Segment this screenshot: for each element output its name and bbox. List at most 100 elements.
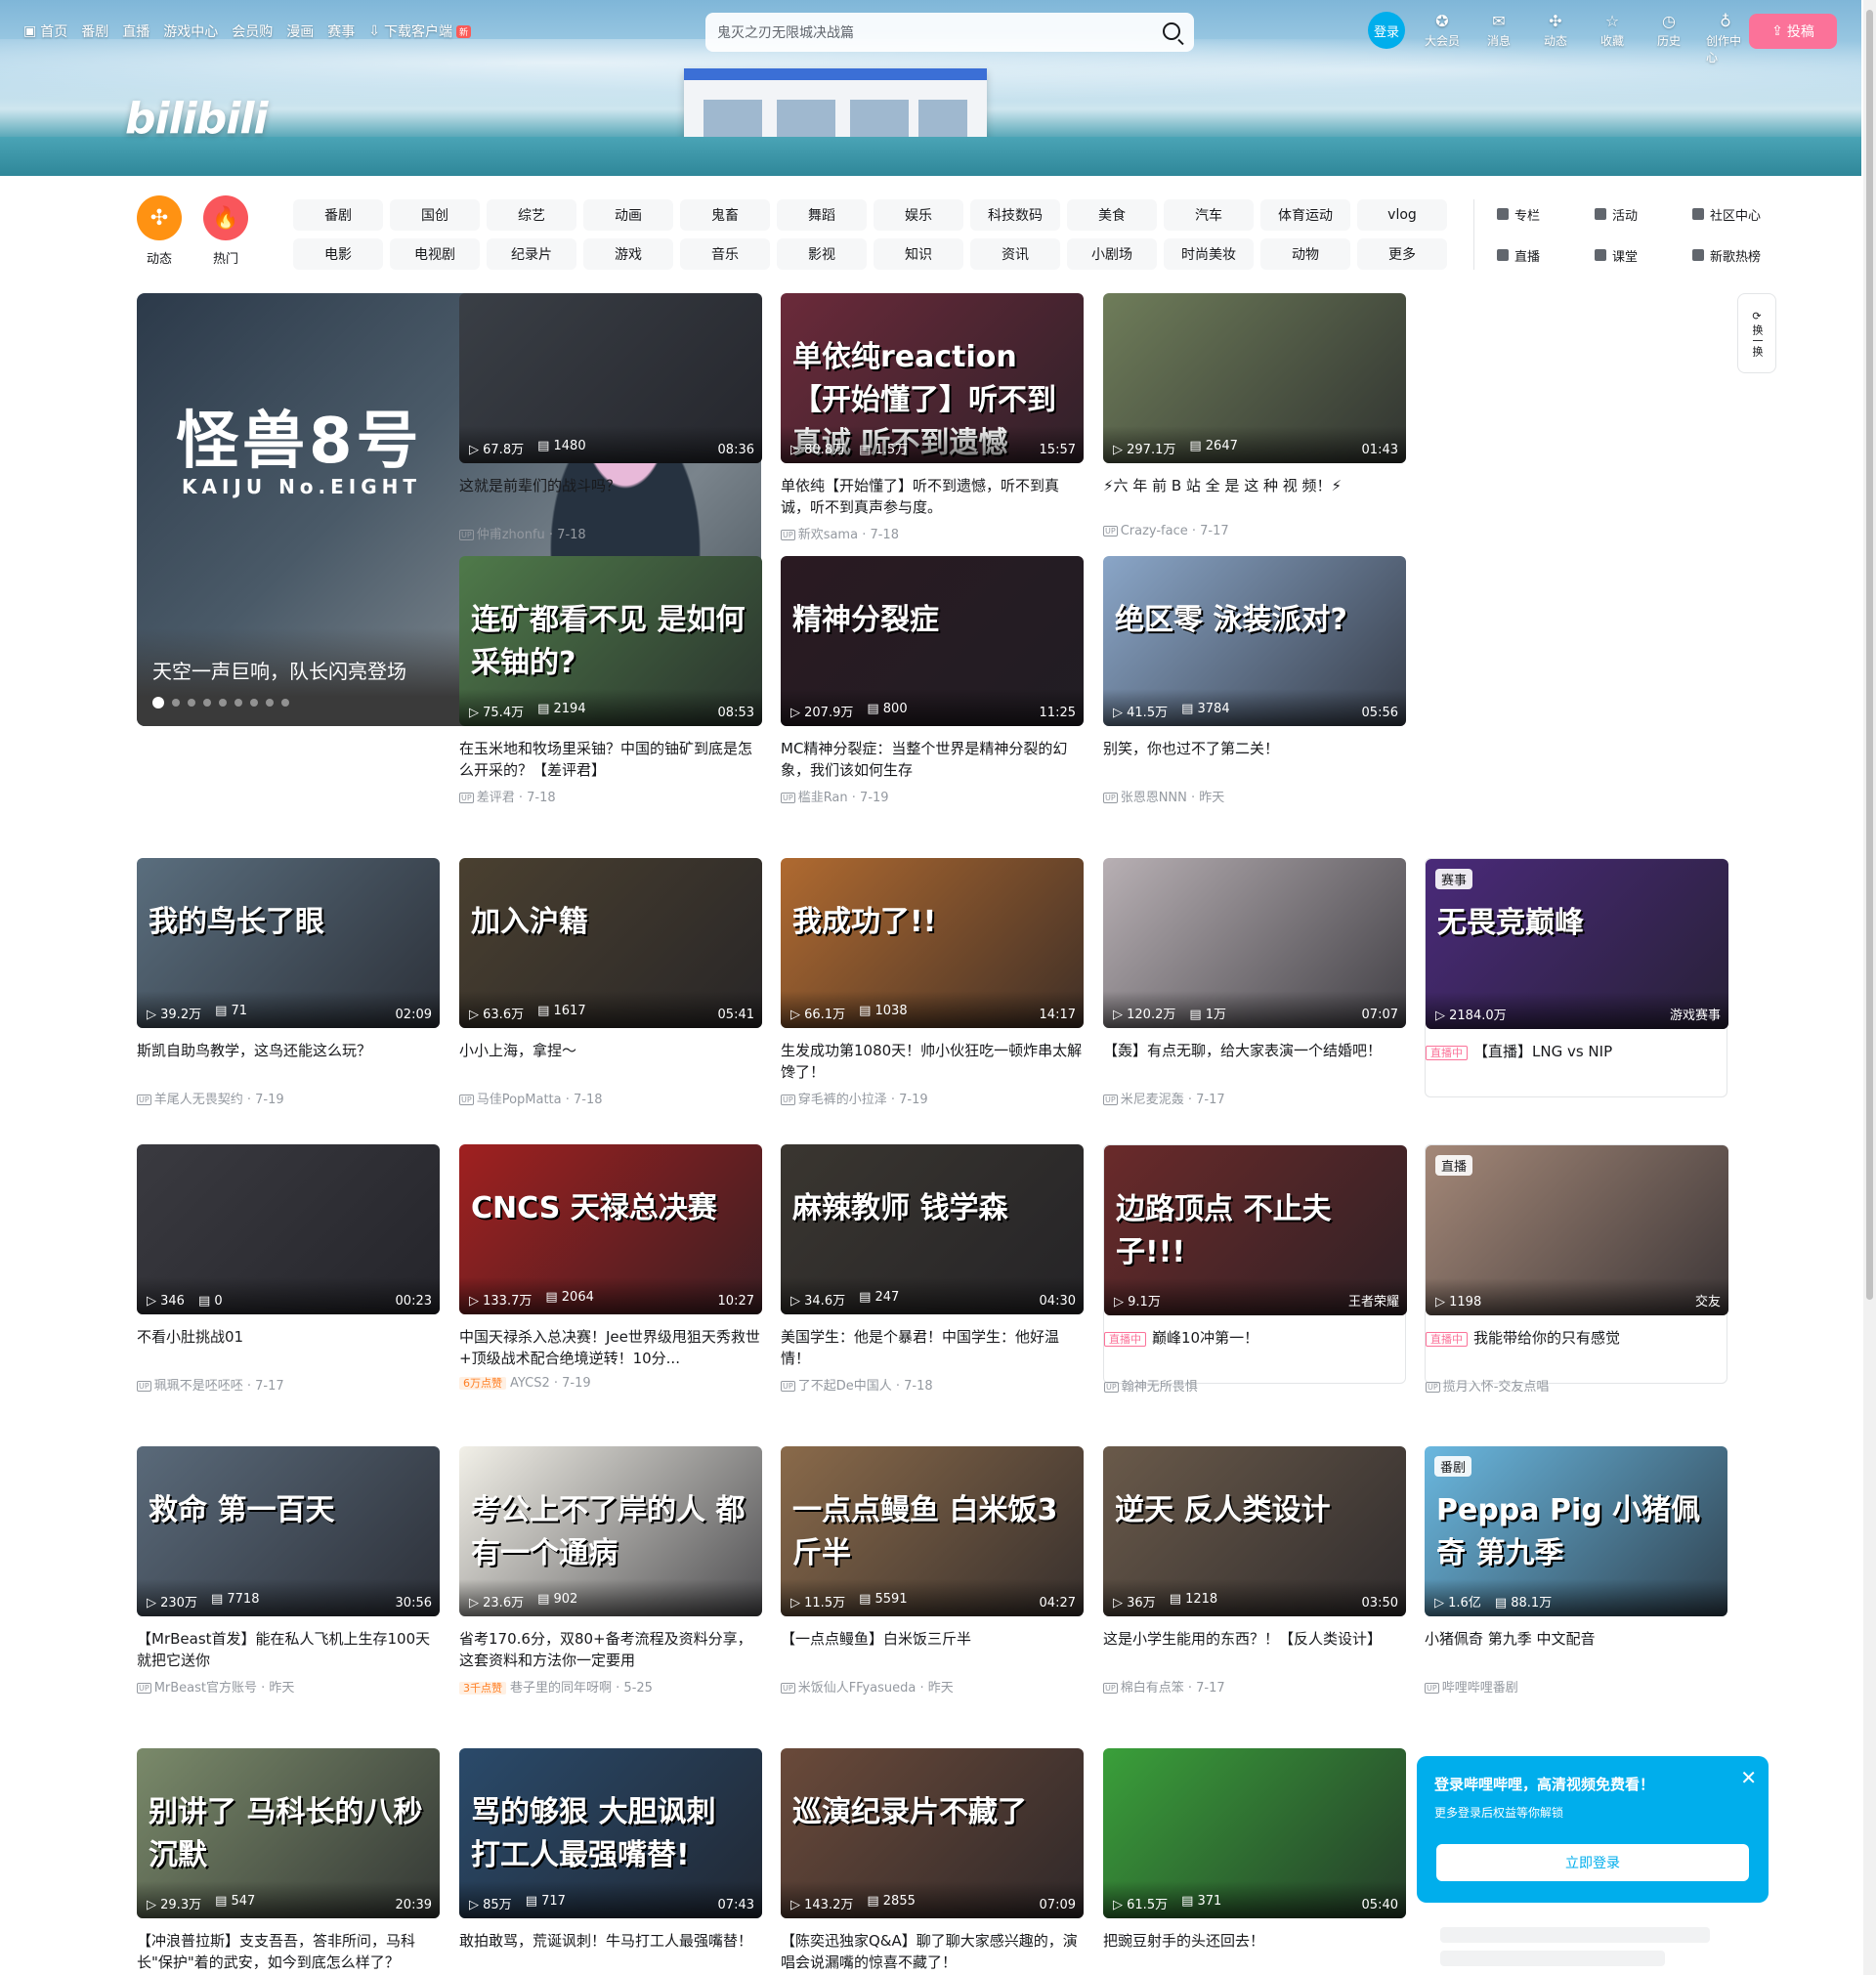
video-thumbnail[interactable]: 一点点鳗鱼 白米饭3斤半 ▷ 11.5万 ▤ 5591 04:27 <box>781 1446 1084 1616</box>
channel-extra-item[interactable]: 社区中心 <box>1692 199 1790 229</box>
nav-item[interactable]: 会员购 <box>232 21 273 41</box>
video-card[interactable]: 我的鸟长了眼 ▷ 39.2万 ▤ 71 02:09 斯凯自助鸟教学，这鸟还能这么玩？ UP… <box>137 858 440 1107</box>
video-author[interactable]: Crazy-face <box>1121 524 1188 538</box>
video-card[interactable]: 精神分裂症 ▷ 207.9万 ▤ 800 11:25 MC精神分裂症：当整个世界是精神分… <box>781 556 1084 805</box>
channel-item[interactable]: vlog <box>1357 199 1447 231</box>
video-thumbnail[interactable]: 考公上不了岸的人 都有一个通病 ▷ 23.6万 ▤ 902 <box>459 1446 762 1616</box>
video-title[interactable]: 【一点点鳗鱼】白米饭三斤半 <box>781 1628 1084 1671</box>
channel-item[interactable]: 番剧 <box>293 199 383 231</box>
channel-extra-item[interactable]: 专栏 <box>1497 199 1595 229</box>
video-card[interactable]: 巡演纪录片不藏了 ▷ 143.2万 ▤ 2855 07:09 【陈奕迅独家Q&A】聊了聊… <box>781 1748 1084 1973</box>
video-thumbnail[interactable]: 绝区零 泳装派对? ▷ 41.5万 ▤ 3784 05:56 <box>1103 556 1406 726</box>
video-title[interactable]: 生发成功第1080天！帅小伙狂吃一顿炸串太解馋了！ <box>781 1040 1084 1083</box>
video-author[interactable]: 仲甫zhonfu <box>477 528 545 542</box>
close-icon[interactable]: ✕ <box>1740 1766 1757 1789</box>
channel-item[interactable]: 影视 <box>777 238 867 270</box>
video-title[interactable]: 不看小肚挑战01 <box>137 1326 440 1369</box>
page-scrollbar[interactable] <box>1863 0 1876 1975</box>
video-card[interactable]: 连矿都看不见 是如何采铀的? ▷ 75.4万 ▤ 2194 08:53 在玉米地和牧场里… <box>459 556 762 805</box>
video-thumbnail[interactable]: 加入沪籍 ▷ 63.6万 ▤ 1617 05:41 <box>459 858 762 1028</box>
video-title[interactable]: 中国天禄杀入总决赛！Jee世界级甩狙天秀救世+顶级战术配合绝境逆转！10分... <box>459 1326 762 1369</box>
search-input[interactable]: 鬼灭之刃无限城决战篇 <box>717 22 854 42</box>
video-thumbnail[interactable]: 无畏竞巅峰 赛事 ▷ 2184.0万 游戏赛事 <box>1426 859 1728 1029</box>
video-author[interactable]: 珮珮不是呸呸呸 <box>154 1379 243 1394</box>
video-author[interactable]: 马佳PopMatta <box>477 1093 562 1107</box>
channel-item[interactable]: 电视剧 <box>390 238 480 270</box>
channel-item[interactable]: 电影 <box>293 238 383 270</box>
channel-item[interactable]: 纪录片 <box>487 238 576 270</box>
video-author[interactable]: 羊尾人无畏契约 <box>154 1093 243 1107</box>
video-thumbnail[interactable]: ▷ 120.2万 ▤ 1万 07:07 <box>1103 858 1406 1028</box>
channel-item[interactable]: 美食 <box>1067 199 1157 231</box>
nav-item[interactable]: 直播 <box>122 21 149 41</box>
nav-item[interactable]: 番剧 <box>81 21 108 41</box>
video-card[interactable]: Peppa Pig 小猪佩奇 第九季 番剧 ▷ 1.6亿 ▤ 88.1万 小猪佩奇 第九… <box>1425 1446 1727 1696</box>
channel-item[interactable]: 音乐 <box>680 238 770 270</box>
video-title[interactable]: 【冲浪普拉斯】支支吾吾，答非所问，马科长"保护"着的武安，如今到底怎么样了？ <box>137 1930 440 1973</box>
video-title[interactable]: 小小上海，拿捏～ <box>459 1040 762 1083</box>
video-card[interactable]: 骂的够狠 大胆讽刺 打工人最强嘴替! ▷ 85万 ▤ 717 07:43 敢拍敢骂，荒诞… <box>459 1748 762 1973</box>
channel-extra-item[interactable]: 活动 <box>1595 199 1692 229</box>
carousel-dot[interactable] <box>266 699 274 707</box>
nav-item[interactable]: ⇩ 下载客户端新 <box>368 21 471 41</box>
video-thumbnail[interactable]: 骂的够狠 大胆讽刺 打工人最强嘴替! ▷ 85万 ▤ 717 07:43 <box>459 1748 762 1918</box>
nav-star[interactable]: ☆ 收藏 <box>1593 12 1632 65</box>
popup-login-button[interactable]: 立即登录 <box>1436 1844 1749 1881</box>
upload-button[interactable]: ⇪ 投稿 <box>1749 14 1837 49</box>
video-card[interactable]: 无畏竞巅峰 赛事 ▷ 2184.0万 游戏赛事直播中 【直播】LNG vs NIP <box>1425 858 1728 1097</box>
video-thumbnail[interactable]: ▷ 67.8万 ▤ 1480 08:36 <box>459 293 762 463</box>
carousel-dot[interactable] <box>281 699 289 707</box>
carousel-dot[interactable] <box>234 699 242 707</box>
video-card[interactable]: 一点点鳗鱼 白米饭3斤半 ▷ 11.5万 ▤ 5591 04:27 【一点点鳗鱼】白米饭… <box>781 1446 1084 1696</box>
video-author[interactable]: 新欢sama <box>798 528 858 542</box>
video-title[interactable]: ⚡六 年 前 B 站 全 是 这 种 视 频！⚡ <box>1103 475 1406 518</box>
video-thumbnail[interactable]: 救命 第一百天 ▷ 230万 ▤ 7718 30:56 <box>137 1446 440 1616</box>
video-thumbnail[interactable]: ▷ 297.1万 ▤ 2647 01:43 <box>1103 293 1406 463</box>
video-card[interactable]: ▷ 61.5万 ▤ 371 05:40 把豌豆射手的头还回去！ <box>1103 1748 1406 1973</box>
nav-item[interactable]: ▣ 首页 <box>23 21 67 41</box>
video-author[interactable]: 棉白有点笨 <box>1121 1681 1184 1696</box>
video-thumbnail[interactable]: 逆天 反人类设计 ▷ 36万 ▤ 1218 03:50 <box>1103 1446 1406 1616</box>
video-thumbnail[interactable]: 巡演纪录片不藏了 ▷ 143.2万 ▤ 2855 07:09 <box>781 1748 1084 1918</box>
video-title[interactable]: 省考170.6分，双80+备考流程及资料分享，这套资料和方法你一定要用 <box>459 1628 762 1671</box>
channel-item[interactable]: 知识 <box>874 238 963 270</box>
video-thumbnail[interactable]: Peppa Pig 小猪佩奇 第九季 番剧 ▷ 1.6亿 ▤ 88.1万 <box>1425 1446 1727 1616</box>
video-card[interactable]: ▷ 120.2万 ▤ 1万 07:07 【轰】有点无聊，给大家表演一个结婚吧！ UP 米尼… <box>1103 858 1406 1107</box>
carousel-dot[interactable] <box>219 699 227 707</box>
refresh-button[interactable]: ⟳ 换一换 <box>1737 293 1776 373</box>
video-title[interactable]: 这是小学生能用的东西？！【反人类设计】 <box>1103 1628 1406 1671</box>
nav-item[interactable]: 赛事 <box>327 21 355 41</box>
nav-clock[interactable]: ◷ 历史 <box>1649 12 1688 65</box>
video-title[interactable]: 敢拍敢骂，荒诞讽刺！牛马打工人最强嘴替！ <box>459 1930 762 1973</box>
video-thumbnail[interactable]: 精神分裂症 ▷ 207.9万 ▤ 800 11:25 <box>781 556 1084 726</box>
login-button[interactable]: 登录 <box>1368 12 1405 49</box>
video-card[interactable]: 逆天 反人类设计 ▷ 36万 ▤ 1218 03:50 这是小学生能用的东西？！【反人类… <box>1103 1446 1406 1696</box>
video-card[interactable]: ▷ 67.8万 ▤ 1480 08:36 这就是前辈们的战斗吗？ UP 仲甫zhonfu … <box>459 293 762 542</box>
video-thumbnail[interactable]: 我成功了!! ▷ 66.1万 ▤ 1038 14:17 <box>781 858 1084 1028</box>
nav-item[interactable]: 游戏中心 <box>163 21 218 41</box>
video-title[interactable]: 直播中 【直播】LNG vs NIP <box>1426 1041 1727 1084</box>
video-author[interactable]: 张恩恩NNN <box>1121 791 1187 805</box>
video-title[interactable]: 【轰】有点无聊，给大家表演一个结婚吧！ <box>1103 1040 1406 1083</box>
channel-item[interactable]: 小剧场 <box>1067 238 1157 270</box>
search-bar[interactable]: 鬼灭之刃无限城决战篇 <box>705 13 1194 52</box>
video-author[interactable]: MrBeast官方账号 <box>154 1681 257 1696</box>
video-author[interactable]: 了不起De中国人 <box>798 1379 892 1394</box>
video-thumbnail[interactable]: CNCS 天禄总决赛 ▷ 133.7万 ▤ 2064 10:27 <box>459 1144 762 1314</box>
video-title[interactable]: 直播中 巅峰10冲第一！ <box>1104 1327 1405 1370</box>
nav-dynamic[interactable]: ✣ 动态 <box>1536 12 1575 65</box>
video-title[interactable]: 斯凯自助鸟教学，这鸟还能这么玩？ <box>137 1040 440 1083</box>
channel-extra-item[interactable]: 课堂 <box>1595 240 1692 270</box>
channel-item[interactable]: 综艺 <box>487 199 576 231</box>
channel-item[interactable]: 国创 <box>390 199 480 231</box>
video-card[interactable]: 绝区零 泳装派对? ▷ 41.5万 ▤ 3784 05:56 别笑，你也过不了第二关！ U… <box>1103 556 1406 805</box>
video-title[interactable]: 美国学生：他是个暴君！中国学生：他好温情！ <box>781 1326 1084 1369</box>
nav-vip[interactable]: ✪ 大会员 <box>1423 12 1462 65</box>
video-author[interactable]: 揽月入怀-交友点唱 <box>1443 1380 1550 1395</box>
video-title[interactable]: 【MrBeast首发】能在私人飞机上生存100天就把它送你 <box>137 1628 440 1671</box>
video-author[interactable]: 翰神无所畏惧 <box>1122 1380 1198 1395</box>
channel-extra-item[interactable]: 直播 <box>1497 240 1595 270</box>
video-card[interactable]: CNCS 天禄总决赛 ▷ 133.7万 ▤ 2064 10:27 中国天禄杀入总决赛！J… <box>459 1144 762 1391</box>
video-thumbnail[interactable]: 别讲了 马科长的八秒沉默 ▷ 29.3万 ▤ 547 20:39 <box>137 1748 440 1918</box>
video-thumbnail[interactable]: 单依纯reaction 【开始懂了】听不到真诚 听不到遗憾▷ 80.8万▤ 1.… <box>781 293 1084 463</box>
